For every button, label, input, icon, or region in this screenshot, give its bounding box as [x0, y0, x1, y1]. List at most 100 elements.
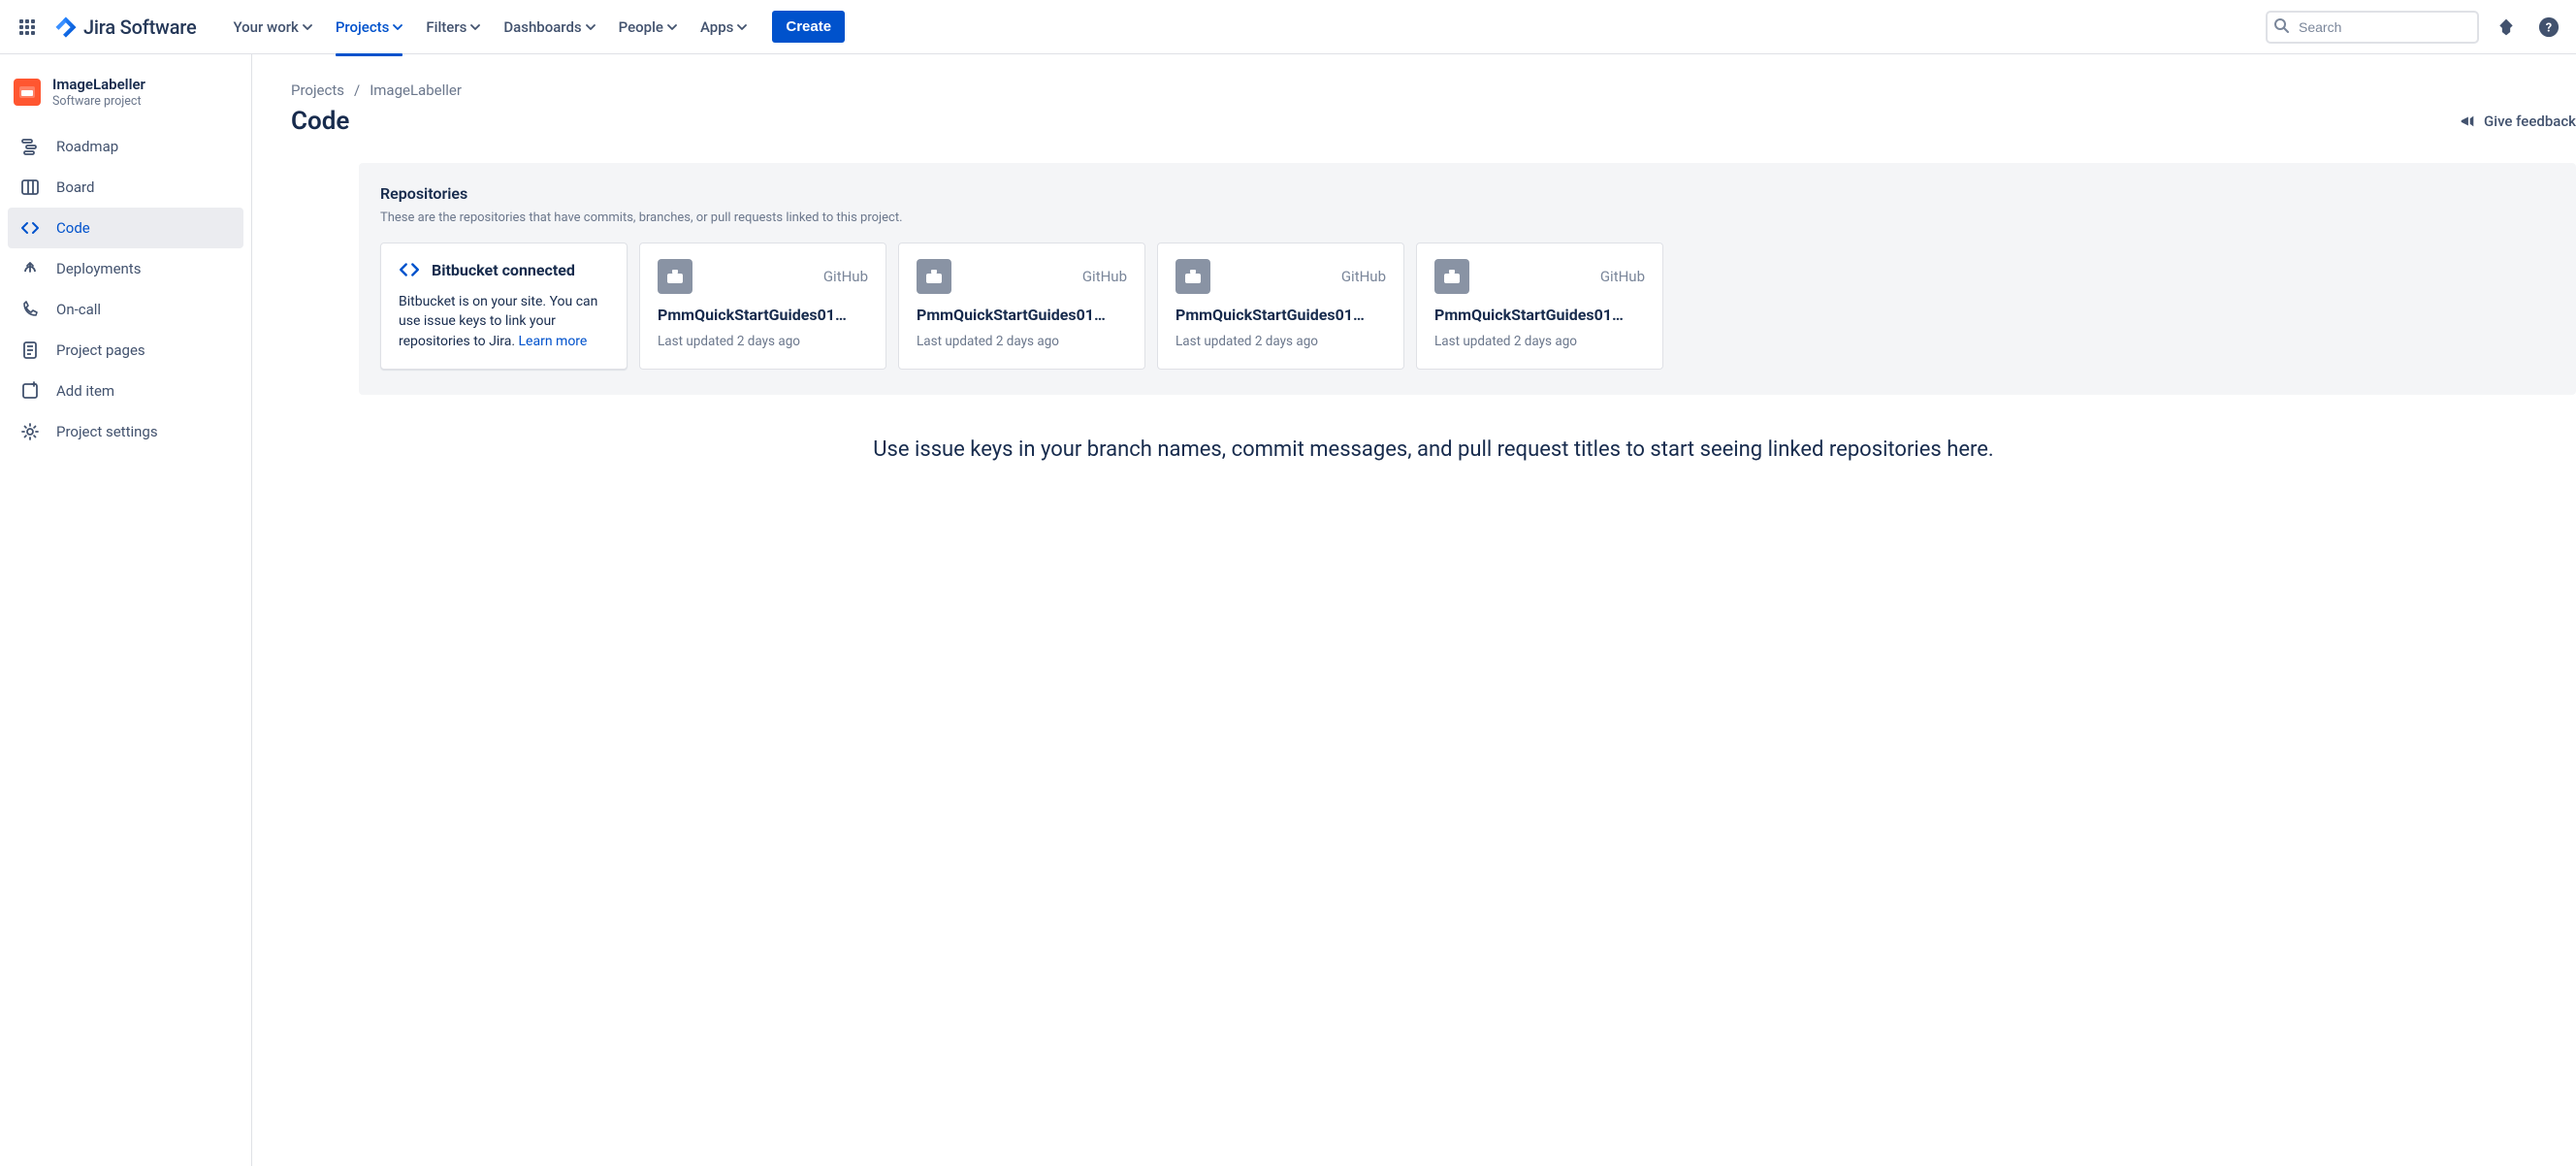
main-content: Projects / ImageLabeller Code Give feedb… [252, 54, 2576, 1166]
repo-card[interactable]: GitHub PmmQuickStartGuides01… Last updat… [1416, 243, 1663, 370]
sidebar-item-label: Add item [56, 382, 114, 400]
sidebar-item-on-call[interactable]: On-call [8, 289, 243, 330]
breadcrumb-project-name[interactable]: ImageLabeller [370, 81, 462, 99]
notifications-button[interactable] [2491, 12, 2522, 43]
sidebar-item-label: Project settings [56, 423, 158, 440]
chevron-down-icon [303, 22, 312, 32]
nav-dashboards[interactable]: Dashboards [494, 11, 604, 44]
primary-nav: Your work Projects Filters Dashboards [223, 11, 757, 44]
global-search [2266, 11, 2479, 44]
sidebar-item-label: Code [56, 219, 90, 237]
repo-updated: Last updated 2 days ago [1175, 334, 1386, 349]
nav-label: Projects [336, 18, 390, 36]
code-icon [19, 217, 41, 239]
sidebar-item-label: On-call [56, 301, 101, 318]
app-switcher-button[interactable] [12, 12, 43, 43]
deployments-icon [19, 258, 41, 279]
nav-filters[interactable]: Filters [416, 11, 490, 44]
sidebar-item-add-item[interactable]: Add item [8, 371, 243, 411]
chevron-down-icon [737, 22, 747, 32]
chevron-down-icon [393, 22, 402, 32]
repo-updated: Last updated 2 days ago [1434, 334, 1645, 349]
repo-provider: GitHub [1082, 268, 1127, 285]
app-switcher-icon [19, 19, 35, 35]
svg-text:?: ? [2546, 20, 2552, 35]
repo-card[interactable]: GitHub PmmQuickStartGuides01… Last updat… [1157, 243, 1404, 370]
sidebar-item-board[interactable]: Board [8, 167, 243, 208]
sidebar-item-code[interactable]: Code [8, 208, 243, 248]
megaphone-icon [2459, 113, 2476, 130]
repo-name: PmmQuickStartGuides01… [917, 306, 1127, 324]
nav-label: People [619, 18, 663, 36]
sidebar-item-project-pages[interactable]: Project pages [8, 330, 243, 371]
on-call-icon [19, 299, 41, 320]
nav-projects[interactable]: Projects [326, 11, 413, 44]
nav-apps[interactable]: Apps [691, 11, 757, 44]
repo-card[interactable]: GitHub PmmQuickStartGuides01… Last updat… [639, 243, 886, 370]
roadmap-icon [19, 136, 41, 157]
add-item-icon [19, 380, 41, 402]
page-title: Code [291, 107, 349, 136]
project-sidebar: ImageLabeller Software project Roadmap B… [0, 54, 252, 1166]
product-name: Jira Software [83, 16, 196, 39]
product-logo[interactable]: Jira Software [47, 16, 204, 39]
give-feedback-button[interactable]: Give feedback [2459, 113, 2576, 130]
sidebar-item-label: Roadmap [56, 138, 118, 155]
breadcrumb: Projects / ImageLabeller [291, 81, 2576, 99]
learn-more-link[interactable]: Learn more [519, 334, 588, 349]
nav-your-work[interactable]: Your work [223, 11, 321, 44]
repositories-heading: Repositories [380, 184, 2555, 203]
bell-icon [2496, 17, 2516, 37]
repo-provider: GitHub [823, 268, 868, 285]
sidebar-item-deployments[interactable]: Deployments [8, 248, 243, 289]
search-input[interactable] [2266, 11, 2479, 44]
breadcrumb-separator: / [354, 81, 360, 99]
settings-icon [19, 421, 41, 442]
project-type: Software project [52, 94, 145, 109]
project-name: ImageLabeller [52, 76, 145, 93]
chevron-down-icon [667, 22, 677, 32]
connected-card-body: Bitbucket is on your site. You can use i… [399, 292, 609, 351]
project-pages-icon [19, 340, 41, 361]
toolbox-icon [1175, 259, 1210, 294]
sidebar-item-roadmap[interactable]: Roadmap [8, 126, 243, 167]
create-button[interactable]: Create [772, 11, 845, 43]
repo-provider: GitHub [1600, 268, 1645, 285]
repositories-description: These are the repositories that have com… [380, 211, 2555, 225]
toolbox-icon [917, 259, 951, 294]
sidebar-item-project-settings[interactable]: Project settings [8, 411, 243, 452]
sidebar-item-label: Board [56, 178, 94, 196]
nav-label: Filters [426, 18, 467, 36]
project-header[interactable]: ImageLabeller Software project [8, 70, 243, 126]
nav-label: Apps [700, 18, 733, 36]
sidebar-item-label: Deployments [56, 260, 141, 277]
top-nav: Jira Software Your work Projects Filters [0, 0, 2576, 54]
toolbox-icon [658, 259, 692, 294]
search-icon [2273, 17, 2289, 37]
give-feedback-label: Give feedback [2484, 113, 2576, 130]
repo-name: PmmQuickStartGuides01… [1175, 306, 1386, 324]
sidebar-item-label: Project pages [56, 341, 145, 359]
project-avatar-icon [14, 79, 41, 106]
empty-state-hint: Use issue keys in your branch names, com… [291, 434, 2576, 467]
chevron-down-icon [586, 22, 596, 32]
nav-people[interactable]: People [609, 11, 687, 44]
repo-updated: Last updated 2 days ago [658, 334, 868, 349]
help-button[interactable]: ? [2533, 12, 2564, 43]
connected-card-title: Bitbucket connected [432, 261, 575, 279]
help-icon: ? [2538, 16, 2560, 38]
breadcrumb-projects[interactable]: Projects [291, 81, 344, 99]
code-icon [399, 259, 420, 280]
repo-updated: Last updated 2 days ago [917, 334, 1127, 349]
nav-label: Dashboards [503, 18, 581, 36]
repository-cards: Bitbucket connected Bitbucket is on your… [380, 243, 2555, 370]
bitbucket-connected-card[interactable]: Bitbucket connected Bitbucket is on your… [380, 243, 628, 370]
repo-card[interactable]: GitHub PmmQuickStartGuides01… Last updat… [898, 243, 1145, 370]
repo-name: PmmQuickStartGuides01… [1434, 306, 1645, 324]
repo-name: PmmQuickStartGuides01… [658, 306, 868, 324]
repositories-panel: Repositories These are the repositories … [359, 163, 2576, 395]
repo-provider: GitHub [1341, 268, 1386, 285]
nav-label: Your work [233, 18, 298, 36]
board-icon [19, 177, 41, 198]
jira-logo-icon [54, 16, 78, 39]
